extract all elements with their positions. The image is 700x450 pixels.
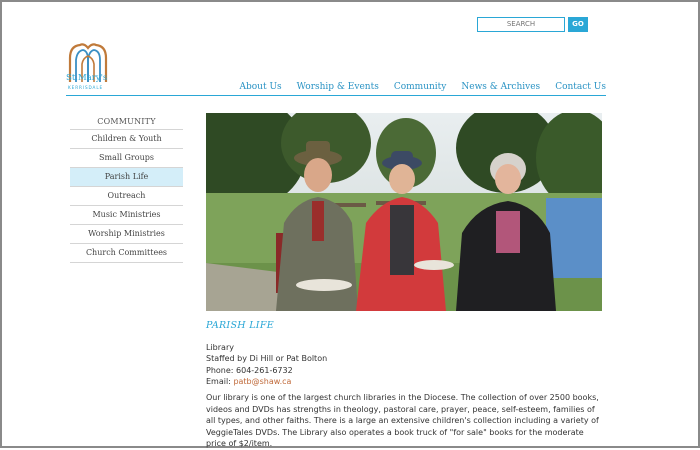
nav-community[interactable]: Community	[394, 82, 447, 92]
parish-life-photo	[206, 113, 602, 311]
library-email-line: Email: patb@shaw.ca	[206, 376, 327, 387]
main-nav: About Us Worship & Events Community News…	[224, 82, 606, 92]
nav-news-archives[interactable]: News & Archives	[461, 82, 540, 92]
sidebar-item-music-ministries[interactable]: Music Ministries	[70, 206, 183, 225]
logo-name: St.Mary's	[66, 73, 108, 83]
email-label: Email:	[206, 376, 234, 386]
sidebar-item-outreach[interactable]: Outreach	[70, 187, 183, 206]
library-phone: Phone: 604-261-6732	[206, 365, 293, 375]
sidebar-item-church-committees[interactable]: Church Committees	[70, 244, 183, 263]
sidebar-item-worship-ministries[interactable]: Worship Ministries	[70, 225, 183, 244]
library-contact: Library Staffed by Di Hill or Pat Bolton…	[206, 342, 327, 387]
nav-about-us[interactable]: About Us	[239, 82, 281, 92]
library-description: Our library is one of the largest church…	[206, 393, 599, 449]
sidebar-item-small-groups[interactable]: Small Groups	[70, 149, 183, 168]
photo-illustration	[206, 113, 602, 311]
nav-divider	[66, 95, 606, 96]
email-link[interactable]: patb@shaw.ca	[233, 377, 291, 386]
go-button[interactable]: GO	[568, 17, 588, 32]
section-title: PARISH LIFE	[206, 320, 274, 331]
sidebar-heading: COMMUNITY	[70, 114, 183, 130]
nav-worship-events[interactable]: Worship & Events	[297, 82, 379, 92]
library-heading: Library	[206, 343, 234, 352]
nav-contact-us[interactable]: Contact Us	[555, 82, 606, 92]
library-staffed: Staffed by Di Hill or Pat Bolton	[206, 354, 328, 364]
search-input[interactable]	[477, 17, 565, 32]
sidebar: COMMUNITY Children & Youth Small Groups …	[70, 114, 183, 263]
sidebar-item-parish-life[interactable]: Parish Life	[70, 168, 183, 187]
sidebar-item-children-youth[interactable]: Children & Youth	[70, 130, 183, 149]
logo-subtitle: KERRISDALE	[68, 85, 104, 90]
